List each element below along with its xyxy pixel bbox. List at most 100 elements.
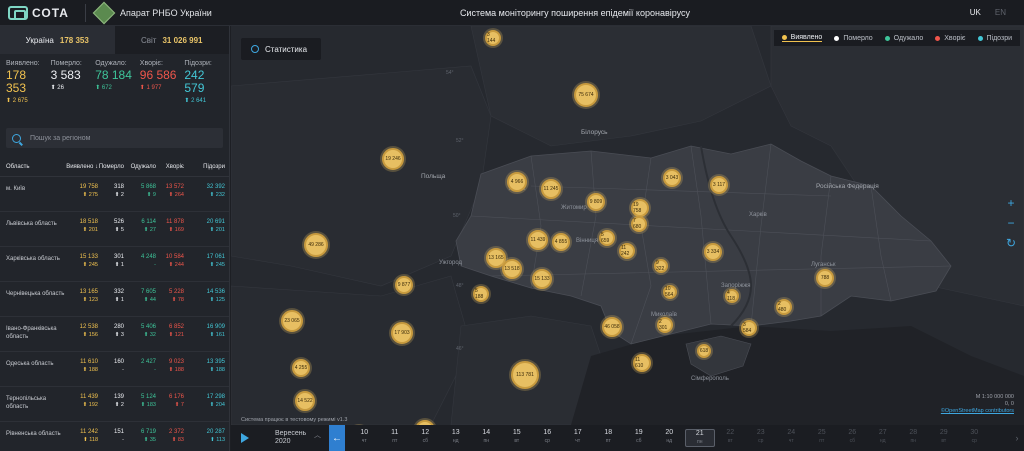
table-row[interactable]: Харківська область 15 133 ⬆ 245 301 ⬆ 14 248… — [0, 247, 229, 282]
timeline-day[interactable]: 12 сб — [410, 429, 441, 447]
timeline-day[interactable]: 30 ср — [959, 429, 990, 447]
legend-item[interactable]: Підозри — [977, 35, 1012, 42]
day-number: 27 — [878, 429, 887, 436]
search-box[interactable] — [6, 128, 223, 148]
case-cluster-marker[interactable]: 3 584 — [741, 320, 757, 336]
case-cluster-marker[interactable]: 46 058 — [602, 317, 622, 337]
timeline-day[interactable]: 20 нд — [654, 429, 685, 447]
timeline-day[interactable]: 24 чт — [776, 429, 807, 447]
timeline-day[interactable]: 27 нд — [868, 429, 899, 447]
timeline-day[interactable]: 16 ср — [532, 429, 563, 447]
column-header[interactable]: Область — [6, 164, 66, 170]
language-switcher: UK EN — [970, 8, 1006, 17]
case-cluster-marker[interactable]: 618 — [697, 344, 711, 358]
legend-item[interactable]: Одужало — [884, 35, 923, 42]
table-cell: 20 287 ⬆ 113 — [184, 428, 225, 451]
case-cluster-marker[interactable]: 5 188 — [473, 286, 489, 302]
timeline-day[interactable]: 28 пн — [898, 429, 929, 447]
column-header[interactable]: Хворіє — [156, 164, 184, 170]
case-cluster-marker[interactable]: 4 118 — [725, 289, 739, 303]
case-cluster-marker[interactable]: 5 659 — [599, 230, 615, 246]
case-cluster-marker[interactable]: 2 480 — [776, 299, 792, 315]
case-cluster-marker[interactable]: 75 674 — [574, 83, 598, 107]
case-cluster-marker[interactable]: 4 255 — [292, 359, 310, 377]
timeline-day[interactable]: 29 вт — [929, 429, 960, 447]
table-row[interactable]: Івано-Франківська область 12 538 ⬆ 156 280 ⬆… — [0, 317, 229, 352]
case-cluster-marker[interactable]: 19 758 — [631, 199, 649, 217]
case-cluster-marker[interactable]: 9 809 — [587, 193, 605, 211]
table-row[interactable]: Львівська область 18 518 ⬆ 201 526 ⬆ 56 114 ⬆… — [0, 212, 229, 247]
timeline-day[interactable]: 17 чт — [563, 429, 594, 447]
case-cluster-marker[interactable]: 23 065 — [281, 310, 303, 332]
lang-en[interactable]: EN — [995, 8, 1006, 17]
case-cluster-marker[interactable]: 2 301 — [657, 317, 673, 333]
case-cluster-marker[interactable]: 10 564 — [663, 285, 677, 299]
zoom-out-button[interactable]: − — [1004, 216, 1018, 230]
timeline-next-button[interactable]: › — [1010, 433, 1024, 443]
timeline-day[interactable]: 19 сб — [624, 429, 655, 447]
map-view[interactable]: Статистика Виявлено Померло Одужало Хворіє П… — [231, 26, 1024, 425]
case-cluster-marker[interactable]: 11 245 — [541, 179, 561, 199]
timeline-back-button[interactable]: ← — [329, 425, 345, 451]
timeline-day[interactable]: 18 пт — [593, 429, 624, 447]
timeline-day[interactable]: 22 вт — [715, 429, 746, 447]
search-input[interactable] — [30, 134, 210, 142]
timeline-day[interactable]: 11 пт — [380, 429, 411, 447]
case-cluster-marker[interactable]: 3 144 — [485, 30, 501, 46]
case-cluster-marker[interactable]: 17 903 — [391, 322, 413, 344]
timeline-day[interactable]: 13 нд — [441, 429, 472, 447]
timeline-day[interactable]: 21 пн — [684, 429, 715, 447]
column-header[interactable]: Підозри — [184, 164, 225, 170]
timeline-day[interactable]: 25 пт — [807, 429, 838, 447]
timeline-day[interactable]: 15 вт — [502, 429, 533, 447]
legend-item[interactable]: Виявлено — [781, 34, 823, 42]
cell-delta: ⬆ 245 — [82, 262, 98, 268]
case-cluster-marker[interactable]: 788 — [816, 269, 834, 287]
case-cluster-marker[interactable]: 11 242 — [619, 243, 635, 259]
table-row[interactable]: Тернопільська область 11 439 ⬆ 192 139 ⬆ 25 … — [0, 387, 229, 422]
map-place-label: Житомир — [561, 205, 587, 211]
table-row[interactable]: м. Київ 19 758 ⬆ 275 318 ⬆ 25 868 ⬆ 9 13 572 ⬆ … — [0, 177, 229, 212]
refresh-button[interactable]: ↻ — [1004, 236, 1018, 250]
day-weekday: пт — [392, 438, 398, 444]
table-row[interactable]: Чернівецька область 13 165 ⬆ 123 332 ⬆ 17 60… — [0, 282, 229, 317]
zoom-in-button[interactable]: + — [1004, 196, 1018, 210]
case-cluster-marker[interactable]: 3 334 — [704, 243, 722, 261]
case-cluster-marker[interactable]: 9 322 — [654, 259, 668, 273]
case-cluster-marker[interactable]: 14 522 — [295, 391, 315, 411]
table-cell: 6 719 ⬆ 35 — [124, 428, 156, 451]
case-cluster-marker[interactable]: 113 781 — [511, 361, 539, 389]
table-cell: 9 023 ⬆ 188 — [156, 358, 184, 381]
timeline-day[interactable]: 10 чт — [349, 429, 380, 447]
tab-world[interactable]: Світ 31 026 991 — [114, 26, 229, 54]
statistics-button[interactable]: Статистика — [241, 38, 321, 60]
logo[interactable]: СОТА — [8, 5, 69, 20]
lang-uk[interactable]: UK — [970, 8, 981, 17]
case-cluster-marker[interactable]: 13 518 — [502, 259, 522, 279]
case-cluster-marker[interactable]: 9 877 — [395, 276, 413, 294]
timeline-day[interactable]: 23 ср — [746, 429, 777, 447]
legend-item[interactable]: Хворіє — [935, 35, 966, 42]
legend-item[interactable]: Померло — [834, 35, 873, 42]
timeline-day[interactable]: 14 пн — [471, 429, 502, 447]
case-cluster-marker[interactable]: 4 966 — [507, 172, 527, 192]
month-selector[interactable]: Вересень 2020 ︿ — [259, 430, 329, 446]
case-cluster-marker[interactable]: 7 680 — [631, 216, 647, 232]
column-header[interactable]: Виявлено ↓ — [66, 164, 98, 170]
case-cluster-marker[interactable]: 15 133 — [532, 269, 552, 289]
case-cluster-marker[interactable]: 19 246 — [382, 148, 404, 170]
timeline-day[interactable]: 26 сб — [837, 429, 868, 447]
table-row[interactable]: Рівненська область 11 242 ⬆ 118 151 - 6 719 ⬆ … — [0, 422, 229, 451]
column-header[interactable]: Одужало — [124, 164, 156, 170]
case-cluster-marker[interactable]: 11 439 — [528, 230, 548, 250]
tab-ukraine[interactable]: Україна 178 353 — [0, 26, 115, 54]
case-cluster-marker[interactable]: 11 610 — [633, 354, 651, 372]
case-cluster-marker[interactable]: 3 043 — [663, 169, 681, 187]
case-cluster-marker[interactable]: 3 117 — [710, 176, 728, 194]
case-cluster-marker[interactable]: 4 855 — [552, 233, 570, 251]
osm-attribution-link[interactable]: ©OpenStreetMap contributors — [941, 408, 1014, 415]
play-button[interactable] — [231, 425, 259, 451]
column-header[interactable]: Померло — [98, 164, 124, 170]
case-cluster-marker[interactable]: 49 286 — [304, 233, 328, 257]
table-row[interactable]: Одеська область 11 610 ⬆ 188 160-2 427-9 02… — [0, 352, 229, 387]
